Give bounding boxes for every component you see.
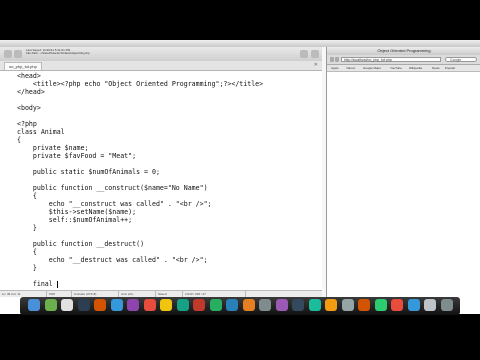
code-line: class Animal xyxy=(17,128,65,136)
code-line: private $name; xyxy=(17,144,89,152)
code-area[interactable]: <head> <title><?php echo "Object Oriente… xyxy=(0,71,322,311)
browser-toolbar: http://localhost/oo_php_tut.php Google xyxy=(327,55,480,65)
dock-app-icon[interactable] xyxy=(259,299,271,311)
bookmark-item[interactable]: Apple xyxy=(331,65,339,71)
dock-app-icon[interactable] xyxy=(226,299,238,311)
code-line: </head> xyxy=(17,88,45,96)
dock-app-icon[interactable] xyxy=(341,299,354,311)
editor-toolbar: Last Saved: 11/10/11 5:31:01 PM File Path… xyxy=(0,47,322,62)
dock-app-icon[interactable] xyxy=(440,299,453,311)
dock-app-icon[interactable] xyxy=(275,299,288,311)
browser-window: Object Oriented Programming http://local… xyxy=(326,47,480,314)
menu-bar xyxy=(0,40,480,47)
text-caret xyxy=(56,280,58,288)
search-input[interactable]: Google xyxy=(445,56,477,62)
dock-app-icon[interactable] xyxy=(242,299,255,311)
close-tab-icon[interactable]: ✕ xyxy=(314,62,318,68)
editor-status-bar: Ln: 36 Col: 11 PHP Unicode (UTF-8) Unix (LF… xyxy=(0,290,322,297)
editor-settings-icon[interactable] xyxy=(300,50,308,58)
code-line: echo "__destruct was called" . "<br />"; xyxy=(17,256,208,264)
code-line: final xyxy=(17,280,58,288)
dock-app-icon[interactable] xyxy=(127,299,139,311)
code-line: private $favFood = "Meat"; xyxy=(17,152,137,160)
dock xyxy=(20,297,460,315)
code-line: } xyxy=(17,264,37,272)
code-line: public static $numOfAnimals = 0; xyxy=(17,168,160,176)
dock-app-icon[interactable] xyxy=(407,299,420,311)
dock-app-icon[interactable] xyxy=(391,299,403,311)
code-line: } xyxy=(17,224,37,232)
bookmark-item[interactable]: News xyxy=(432,65,440,71)
forward-icon[interactable] xyxy=(335,57,339,62)
code-line: { xyxy=(17,136,21,144)
dock-app-icon[interactable] xyxy=(292,299,304,311)
code-line: $this->setName($name); xyxy=(17,208,137,216)
dock-app-icon[interactable] xyxy=(110,299,123,311)
editor-menu-icon[interactable] xyxy=(4,50,12,58)
bookmark-item[interactable]: YouTube xyxy=(390,65,402,71)
bookmark-item[interactable]: Yahoo! xyxy=(346,65,355,71)
code-line: <title><?php echo "Object Oriented Progr… xyxy=(17,80,264,88)
editor-tab-bar: oo_php_tut.php ✕ xyxy=(0,61,322,71)
code-line: public function __construct($name="No Na… xyxy=(17,184,208,192)
dock-app-icon[interactable] xyxy=(94,299,106,311)
dock-app-icon[interactable] xyxy=(424,299,436,311)
dock-app-icon[interactable] xyxy=(193,299,205,311)
dock-app-icon[interactable] xyxy=(61,299,73,311)
code-line: <?php xyxy=(17,120,37,128)
browser-title: Object Oriented Programming xyxy=(327,47,480,55)
dock-app-icon[interactable] xyxy=(77,299,90,311)
dock-app-icon[interactable] xyxy=(28,299,40,311)
dock-app-icon[interactable] xyxy=(143,299,156,311)
bookmark-item[interactable]: Wikipedia xyxy=(409,65,422,71)
dock-app-icon[interactable] xyxy=(176,299,189,311)
dock-app-icon[interactable] xyxy=(308,299,321,311)
code-line: public function __destruct() xyxy=(17,240,145,248)
bookmarks-bar: Apple Yahoo! Google Maps YouTube Wikipedia Ne… xyxy=(327,65,480,72)
file-info-path: File Path: ~/Sites/htdocs/ch/class/objec… xyxy=(26,51,90,56)
code-line: <body> xyxy=(17,104,41,112)
dock-app-icon[interactable] xyxy=(44,299,57,311)
editor-tab[interactable]: oo_php_tut.php xyxy=(4,62,42,70)
code-line: <head> xyxy=(17,72,41,80)
dock-app-icon[interactable] xyxy=(358,299,370,311)
dock-app-icon[interactable] xyxy=(374,299,387,311)
bookmark-item[interactable]: Google Maps xyxy=(363,65,381,71)
dock-app-icon[interactable] xyxy=(209,299,222,311)
code-editor-window: Last Saved: 11/10/11 5:31:01 PM File Path… xyxy=(0,47,322,314)
editor-save-icon[interactable] xyxy=(14,50,22,58)
back-icon[interactable] xyxy=(330,57,334,62)
file-info: Last Saved: 11/10/11 5:31:01 PM File Path… xyxy=(26,48,90,56)
code-line: echo "__construct was called" . "<br />"… xyxy=(17,200,212,208)
editor-tab-label: oo_php_tut.php xyxy=(9,64,37,69)
desktop-screen: Last Saved: 11/10/11 5:31:01 PM File Path… xyxy=(0,47,480,314)
bookmark-item[interactable]: Popular xyxy=(445,65,455,71)
code-line: { xyxy=(17,192,37,200)
code-line: { xyxy=(17,248,37,256)
code-line: self::$numOfAnimal++; xyxy=(17,216,133,224)
editor-preview-icon[interactable] xyxy=(311,50,319,58)
dock-app-icon[interactable] xyxy=(160,299,172,311)
address-bar[interactable]: http://localhost/oo_php_tut.php xyxy=(341,56,441,62)
dock-app-icon[interactable] xyxy=(325,299,337,311)
